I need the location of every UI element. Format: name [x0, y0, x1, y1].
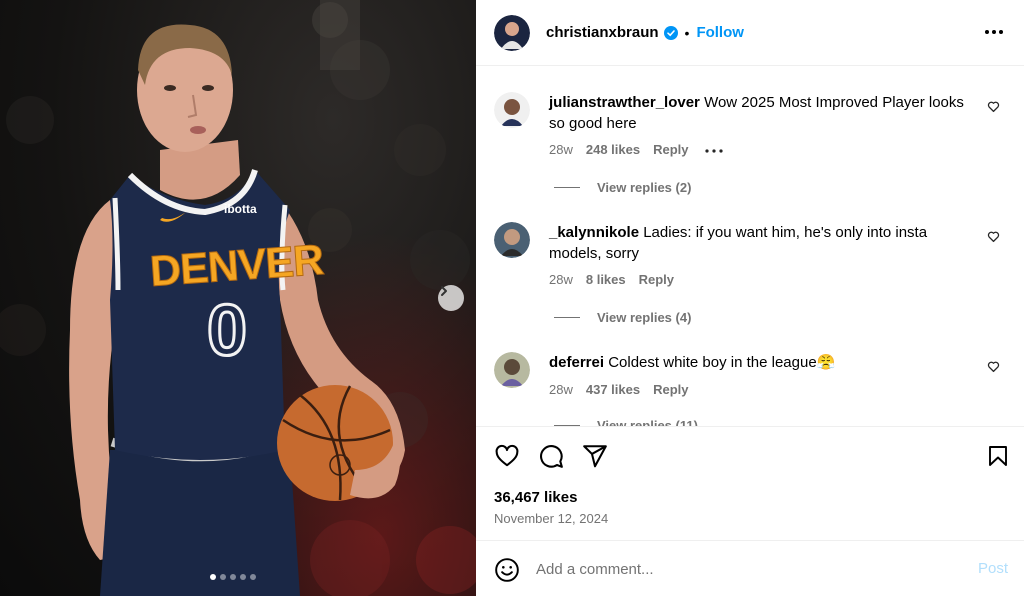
view-replies-label: View replies (11): [597, 418, 698, 426]
post-detail-panel: christianxbraun • Follow julianstrawther…: [476, 0, 1024, 596]
author-avatar[interactable]: [494, 14, 530, 51]
comment-like-heart-icon[interactable]: [987, 360, 1000, 378]
post-comment-button[interactable]: Post: [978, 560, 1008, 577]
comment-body: _kalynnikole Ladies: if you want him, he…: [549, 222, 969, 264]
commenter-avatar[interactable]: [494, 352, 530, 388]
comment-input[interactable]: [536, 557, 956, 581]
commenter-avatar[interactable]: [494, 222, 530, 258]
reply-button[interactable]: Reply: [639, 272, 674, 287]
comment-body: deferrei Coldest white boy in the league…: [549, 352, 969, 373]
carousel-dot: [220, 574, 226, 580]
view-replies-line: [554, 317, 580, 318]
comment-meta: 28w 437 likes Reply: [549, 382, 701, 397]
comment-likes[interactable]: 437 likes: [586, 382, 640, 397]
commenter-username[interactable]: julianstrawther_lover: [549, 94, 700, 111]
chevron-right-icon: [441, 286, 447, 296]
view-replies-line: [554, 187, 580, 188]
carousel-indicator: [210, 574, 256, 580]
jersey-number: 0: [205, 290, 248, 373]
follow-button[interactable]: Follow: [696, 24, 744, 41]
commenter-username[interactable]: _kalynnikole: [549, 224, 639, 241]
post-actions: 36,467 likes November 12, 2024: [476, 426, 1024, 540]
comment-like-heart-icon[interactable]: [987, 230, 1000, 248]
commenter-avatar[interactable]: [494, 92, 530, 128]
author-username[interactable]: christianxbraun: [546, 24, 659, 41]
view-replies-button[interactable]: View replies (4): [554, 310, 691, 325]
reply-button[interactable]: Reply: [653, 142, 688, 157]
verified-badge-icon: [663, 25, 678, 40]
comment-body: julianstrawther_lover Wow 2025 Most Impr…: [549, 92, 969, 134]
post-header: christianxbraun • Follow: [476, 0, 1024, 66]
comment-likes[interactable]: 248 likes: [586, 142, 640, 157]
comment-icon[interactable]: [538, 443, 564, 474]
carousel-next-button[interactable]: [438, 285, 464, 311]
comment-likes[interactable]: 8 likes: [586, 272, 626, 287]
comment-item: _kalynnikole Ladies: if you want him, he…: [494, 222, 1014, 352]
commenter-username[interactable]: deferrei: [549, 354, 604, 371]
comment-like-heart-icon[interactable]: [987, 100, 1000, 118]
view-replies-button[interactable]: View replies (11): [554, 418, 698, 426]
heart-icon[interactable]: [494, 443, 520, 474]
jersey-sponsor: ibotta: [224, 202, 257, 216]
carousel-dot: [250, 574, 256, 580]
more-options-icon[interactable]: [984, 22, 1004, 47]
comment-meta: 28w 248 likes Reply: [549, 142, 736, 157]
header-separator: •: [684, 24, 690, 41]
comment-meta: 28w 8 likes Reply: [549, 272, 687, 287]
post-image[interactable]: ibotta DENVER 0: [0, 0, 476, 596]
post-date[interactable]: November 12, 2024: [494, 511, 608, 526]
bookmark-icon[interactable]: [986, 443, 1010, 474]
comment-age: 28w: [549, 272, 573, 287]
carousel-dot: [240, 574, 246, 580]
comment-composer: Post: [476, 540, 1024, 596]
comments-list[interactable]: julianstrawther_lover Wow 2025 Most Impr…: [476, 66, 1024, 426]
view-replies-label: View replies (4): [597, 310, 692, 325]
comment-text: Coldest white boy in the league😤: [608, 354, 836, 371]
carousel-dot: [210, 574, 216, 580]
comment-item: deferrei Coldest white boy in the league…: [494, 352, 1014, 426]
view-replies-button[interactable]: View replies (2): [554, 180, 691, 195]
post-likes-count[interactable]: 36,467 likes: [494, 489, 577, 506]
emoji-icon[interactable]: [494, 557, 520, 588]
comment-age: 28w: [549, 382, 573, 397]
view-replies-label: View replies (2): [597, 180, 692, 195]
share-icon[interactable]: [582, 443, 608, 474]
comment-options-icon[interactable]: [705, 142, 724, 157]
carousel-dot: [230, 574, 236, 580]
comment-item: julianstrawther_lover Wow 2025 Most Impr…: [494, 92, 1014, 222]
reply-button[interactable]: Reply: [653, 382, 688, 397]
comment-age: 28w: [549, 142, 573, 157]
